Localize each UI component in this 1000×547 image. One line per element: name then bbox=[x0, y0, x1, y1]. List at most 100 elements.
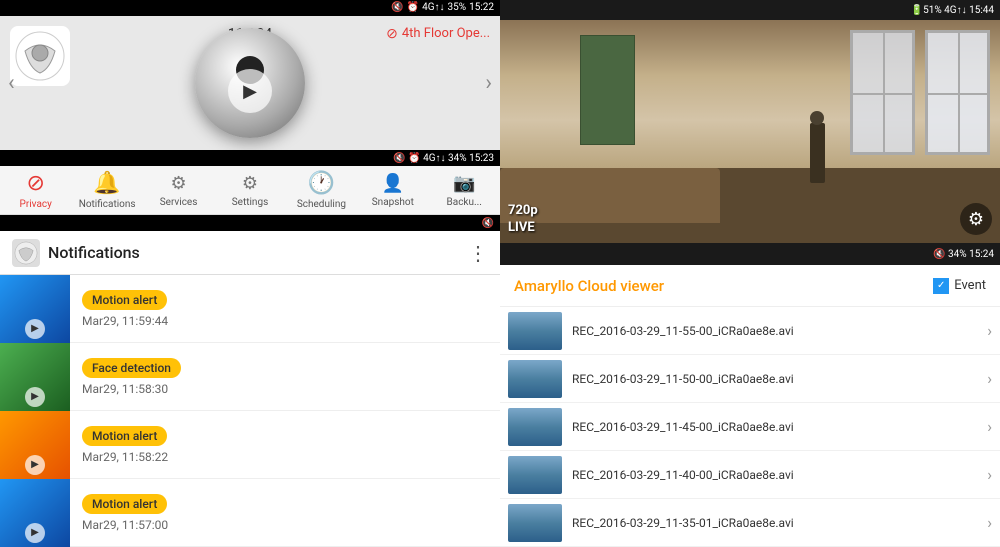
notif-item-3[interactable]: ▶ Motion alert Mar29, 11:58:22 bbox=[0, 411, 500, 479]
tab-backup[interactable]: 📷 Backu... bbox=[429, 166, 500, 214]
live-feed: 720p LIVE ⚙ bbox=[500, 20, 1000, 243]
mute-cloud: 🔇 bbox=[933, 249, 945, 260]
rec-thumb-0 bbox=[508, 312, 562, 350]
rec-thumb-2 bbox=[508, 408, 562, 446]
notif-menu-button[interactable]: ⋮ bbox=[468, 241, 488, 265]
services-icon: ⚙ bbox=[170, 173, 186, 194]
battery-label: 35% bbox=[448, 2, 467, 13]
time-right-top: 15:44 bbox=[969, 5, 994, 16]
mute-icon-mid: 🔇 bbox=[393, 153, 405, 164]
notif-time-3: Mar29, 11:58:22 bbox=[82, 450, 488, 464]
event-checkbox-box[interactable]: ✓ bbox=[933, 278, 949, 294]
green-cabinet bbox=[580, 35, 635, 145]
cloud-viewer: 🔇 34% 15:24 Amaryllo Cloud viewer ✓ Even… bbox=[500, 243, 1000, 547]
live-feed-content bbox=[500, 20, 1000, 243]
network-icon-right: 4G↑↓ bbox=[944, 5, 966, 16]
status-bar-notif: 🔇 bbox=[0, 215, 500, 231]
rec-thumb-4 bbox=[508, 504, 562, 542]
navigation-tabs: ⊘ Privacy 🔔 Notifications ⚙ Services ⚙ S… bbox=[0, 166, 500, 215]
tab-settings-label: Settings bbox=[232, 197, 269, 208]
left-panel: 🔇 ⏰ 4G↑↓ 35% 15:22 11 / 24 ⊘ 4th Floor O… bbox=[0, 0, 500, 547]
rec-arrow-2: › bbox=[987, 417, 992, 436]
tab-snapshot-label: Snapshot bbox=[372, 197, 414, 208]
rec-item-0[interactable]: REC_2016-03-29_11-55-00_iCRa0ae8e.avi › bbox=[500, 307, 1000, 355]
camera-ball[interactable]: ▶ bbox=[195, 28, 305, 138]
right-panel: 🔋51% 4G↑↓ 15:44 bbox=[500, 0, 1000, 547]
snapshot-icon: 👤 bbox=[382, 173, 404, 194]
notif-badge-3: Motion alert bbox=[82, 426, 167, 446]
notif-item-4[interactable]: ▶ Motion alert Mar29, 11:57:00 bbox=[0, 479, 500, 547]
next-camera-button[interactable]: › bbox=[485, 71, 492, 96]
rec-thumb-inner-0 bbox=[508, 312, 562, 350]
notif-item-2[interactable]: ▶ Face detection Mar29, 11:58:30 bbox=[0, 343, 500, 411]
network-mid: 4G↑↓ 34% bbox=[423, 153, 466, 164]
rec-thumb-inner-3 bbox=[508, 456, 562, 494]
event-label: Event bbox=[954, 278, 986, 293]
rec-item-4[interactable]: REC_2016-03-29_11-35-01_iCRa0ae8e.avi › bbox=[500, 499, 1000, 547]
cloud-header: Amaryllo Cloud viewer ✓ Event bbox=[500, 265, 1000, 307]
battery-icon-right: 🔋51% bbox=[911, 5, 942, 16]
status-icons-left: 🔇 ⏰ 4G↑↓ 35% 15:22 bbox=[391, 2, 494, 13]
notif-item-1[interactable]: ▶ Motion alert Mar29, 11:59:44 bbox=[0, 275, 500, 343]
scheduling-icon: 🕐 bbox=[308, 171, 335, 196]
notif-time-4: Mar29, 11:57:00 bbox=[82, 518, 488, 532]
notif-time-2: Mar29, 11:58:30 bbox=[82, 382, 488, 396]
window-right bbox=[925, 30, 990, 155]
notif-content-1: Motion alert Mar29, 11:59:44 bbox=[70, 282, 500, 336]
live-settings-button[interactable]: ⚙ bbox=[960, 203, 992, 235]
rec-thumb-inner-2 bbox=[508, 408, 562, 446]
backup-icon: 📷 bbox=[453, 173, 475, 194]
event-filter[interactable]: ✓ Event bbox=[933, 278, 986, 294]
mute-notif: 🔇 bbox=[482, 218, 494, 229]
live-label: LIVE bbox=[508, 220, 538, 235]
notif-content-2: Face detection Mar29, 11:58:30 bbox=[70, 350, 500, 404]
notif-thumb-1: ▶ bbox=[0, 275, 70, 343]
notif-badge-4: Motion alert bbox=[82, 494, 167, 514]
camera-preview: 11 / 24 ⊘ 4th Floor Ope... ▶ ‹ › bbox=[0, 16, 500, 151]
status-bar-right-top: 🔋51% 4G↑↓ 15:44 bbox=[500, 0, 1000, 20]
status-bar-cloud: 🔇 34% 15:24 bbox=[500, 243, 1000, 265]
privacy-icon: ⊘ bbox=[26, 171, 44, 196]
rec-item-2[interactable]: REC_2016-03-29_11-45-00_iCRa0ae8e.avi › bbox=[500, 403, 1000, 451]
logo-svg bbox=[15, 31, 65, 81]
tab-scheduling[interactable]: 🕐 Scheduling bbox=[286, 166, 357, 214]
play-button[interactable]: ▶ bbox=[228, 69, 272, 113]
time-mid: 15:23 bbox=[469, 153, 494, 164]
notif-thumb-3: ▶ bbox=[0, 411, 70, 479]
notif-logo-svg bbox=[14, 241, 38, 265]
play-overlay-2: ▶ bbox=[25, 387, 45, 407]
camera-name: ⊘ 4th Floor Ope... bbox=[386, 26, 490, 42]
network-icon: 4G↑↓ bbox=[422, 2, 444, 13]
tab-services[interactable]: ⚙ Services bbox=[143, 166, 214, 214]
notif-badge-1: Motion alert bbox=[82, 290, 167, 310]
alarm-icon-mid: ⏰ bbox=[408, 153, 420, 164]
rec-item-3[interactable]: REC_2016-03-29_11-40-00_iCRa0ae8e.avi › bbox=[500, 451, 1000, 499]
play-overlay-4: ▶ bbox=[25, 523, 45, 543]
notifications-panel: Notifications ⋮ ▶ Motion alert Mar29, 11… bbox=[0, 231, 500, 547]
rec-thumb-3 bbox=[508, 456, 562, 494]
notif-content-4: Motion alert Mar29, 11:57:00 bbox=[70, 486, 500, 540]
tab-scheduling-label: Scheduling bbox=[297, 199, 346, 210]
tab-settings[interactable]: ⚙ Settings bbox=[214, 166, 285, 214]
tab-snapshot[interactable]: 👤 Snapshot bbox=[357, 166, 428, 214]
live-badge-group: 720p LIVE bbox=[508, 203, 538, 235]
notif-badge-2: Face detection bbox=[82, 358, 181, 378]
person-silhouette bbox=[810, 123, 825, 183]
rec-thumb-inner-4 bbox=[508, 504, 562, 542]
rec-filename-0: REC_2016-03-29_11-55-00_iCRa0ae8e.avi bbox=[572, 324, 977, 338]
alarm-icon: ⏰ bbox=[407, 2, 419, 13]
notif-list: ▶ Motion alert Mar29, 11:59:44 ▶ Face de… bbox=[0, 275, 500, 547]
play-overlay-3: ▶ bbox=[25, 455, 45, 475]
rec-arrow-1: › bbox=[987, 369, 992, 388]
rec-thumb-inner-1 bbox=[508, 360, 562, 398]
gear-icon: ⚙ bbox=[968, 209, 984, 230]
prev-camera-button[interactable]: ‹ bbox=[8, 71, 15, 96]
tab-privacy[interactable]: ⊘ Privacy bbox=[0, 166, 71, 214]
tab-notifications-label: Notifications bbox=[79, 199, 136, 210]
tab-privacy-label: Privacy bbox=[20, 199, 52, 210]
rec-item-1[interactable]: REC_2016-03-29_11-50-00_iCRa0ae8e.avi › bbox=[500, 355, 1000, 403]
notif-panel-title: Notifications bbox=[48, 243, 140, 262]
status-bar-mid: 🔇 ⏰ 4G↑↓ 34% 15:23 bbox=[0, 150, 500, 166]
tab-notifications[interactable]: 🔔 Notifications bbox=[71, 166, 142, 214]
time-cloud: 15:24 bbox=[969, 249, 994, 260]
